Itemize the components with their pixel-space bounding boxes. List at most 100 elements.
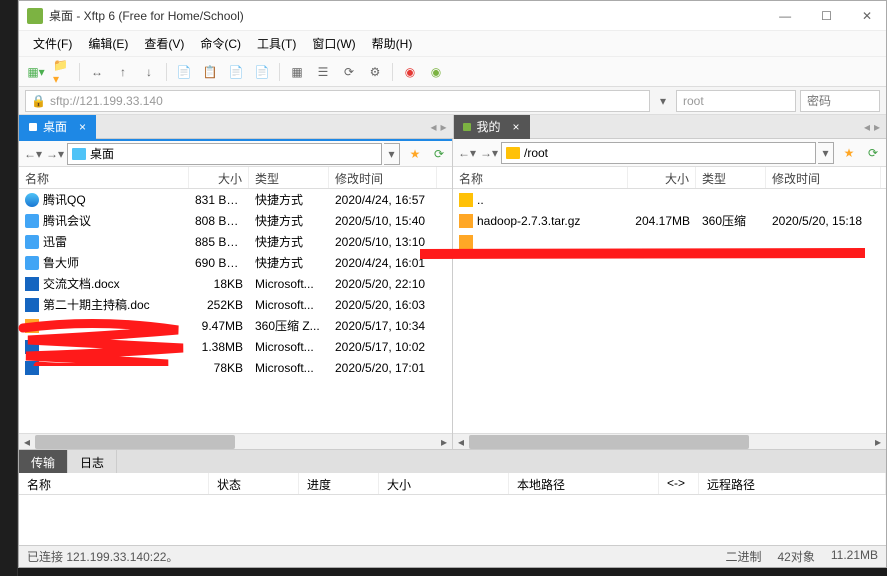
user-input[interactable] bbox=[676, 90, 796, 112]
right-file-rows[interactable]: ..hadoop-2.7.3.tar.gz204.17MB360压缩2020/5… bbox=[453, 189, 886, 252]
tcol-status[interactable]: 状态 bbox=[209, 473, 299, 494]
refresh-icon[interactable]: ⟳ bbox=[340, 63, 358, 81]
file-row[interactable]: 1.38MBMicrosoft...2020/5/17, 10:02 bbox=[19, 336, 452, 357]
scroll-right-icon[interactable]: ▸ bbox=[436, 435, 452, 449]
tcol-size[interactable]: 大小 bbox=[379, 473, 509, 494]
path-dropdown[interactable]: ▾ bbox=[818, 142, 834, 164]
file-row[interactable]: 鲁大师690 Bytes快捷方式2020/4/24, 16:01 bbox=[19, 252, 452, 273]
open-folder-icon[interactable]: 📁▾ bbox=[53, 63, 71, 81]
menu-file[interactable]: 文件(F) bbox=[27, 31, 78, 56]
menu-edit[interactable]: 编辑(E) bbox=[82, 31, 134, 56]
menu-tool[interactable]: 工具(T) bbox=[251, 31, 302, 56]
file-icon bbox=[25, 319, 39, 333]
url-dropdown[interactable]: ▾ bbox=[654, 94, 672, 108]
tab-prev-icon[interactable]: ◂ bbox=[430, 120, 436, 134]
menu-cmd[interactable]: 命令(C) bbox=[194, 31, 247, 56]
scroll-left-icon[interactable]: ◂ bbox=[453, 435, 469, 449]
col-time[interactable]: 修改时间 bbox=[766, 167, 881, 188]
url-input[interactable] bbox=[25, 90, 650, 112]
file-row[interactable]: 78KBMicrosoft...2020/5/20, 17:01 bbox=[19, 357, 452, 378]
red-dot-icon[interactable]: ◉ bbox=[401, 63, 419, 81]
forward-button[interactable]: →▾ bbox=[479, 143, 499, 163]
doc-icon[interactable]: 📄 bbox=[227, 63, 245, 81]
file-row[interactable]: 迅雷885 Bytes快捷方式2020/5/10, 13:10 bbox=[19, 231, 452, 252]
file-time: 2020/4/24, 16:01 bbox=[329, 254, 437, 272]
file-row[interactable]: 腾讯QQ831 Bytes快捷方式2020/4/24, 16:57 bbox=[19, 189, 452, 210]
col-type[interactable]: 类型 bbox=[696, 167, 766, 188]
tcol-progress[interactable]: 进度 bbox=[299, 473, 379, 494]
tab-mine[interactable]: 我的 × bbox=[453, 115, 530, 139]
file-time bbox=[766, 198, 881, 202]
right-hscroll[interactable]: ◂ ▸ bbox=[453, 433, 886, 449]
menu-window[interactable]: 窗口(W) bbox=[306, 31, 361, 56]
left-hscroll[interactable]: ◂ ▸ bbox=[19, 433, 452, 449]
tab-next-icon[interactable]: ▸ bbox=[874, 120, 880, 134]
col-name[interactable]: 名称 bbox=[19, 167, 189, 188]
scroll-thumb[interactable] bbox=[35, 435, 235, 449]
gear-icon[interactable]: ⚙ bbox=[366, 63, 384, 81]
left-tabs: 桌面 × ◂ ▸ bbox=[19, 115, 453, 138]
back-button[interactable]: ←▾ bbox=[23, 144, 43, 164]
col-type[interactable]: 类型 bbox=[249, 167, 329, 188]
window-title: 桌面 - Xftp 6 (Free for Home/School) bbox=[49, 7, 773, 24]
file-row[interactable]: 9.47MB360压缩 Z...2020/5/17, 10:34 bbox=[19, 315, 452, 336]
close-button[interactable]: ✕ bbox=[856, 7, 878, 25]
path-dropdown[interactable]: ▾ bbox=[384, 143, 400, 165]
tcol-local[interactable]: 本地路径 bbox=[509, 473, 659, 494]
file-row[interactable]: .. bbox=[453, 189, 886, 210]
refresh-icon[interactable]: ⟳ bbox=[430, 145, 448, 163]
back-button[interactable]: ←▾ bbox=[457, 143, 477, 163]
right-path-input[interactable]: /root bbox=[501, 142, 816, 164]
tab-next-icon[interactable]: ▸ bbox=[440, 120, 446, 134]
copy-icon[interactable]: 📄 bbox=[175, 63, 193, 81]
left-file-rows[interactable]: 腾讯QQ831 Bytes快捷方式2020/4/24, 16:57腾讯会议808… bbox=[19, 189, 452, 378]
file-time: 2020/5/17, 10:34 bbox=[329, 317, 437, 335]
file-row[interactable]: hadoop-2.7.3.tar.gz204.17MB360压缩2020/5/2… bbox=[453, 210, 886, 231]
menu-view[interactable]: 查看(V) bbox=[138, 31, 190, 56]
file-size: 18KB bbox=[189, 275, 249, 293]
refresh-icon[interactable]: ⟳ bbox=[864, 144, 882, 162]
new-session-icon[interactable]: ▦▾ bbox=[27, 63, 45, 81]
col-size[interactable]: 大小 bbox=[628, 167, 696, 188]
view-icon[interactable]: ▦ bbox=[288, 63, 306, 81]
down-icon[interactable]: ↓ bbox=[140, 63, 158, 81]
file-name: 腾讯QQ bbox=[43, 191, 86, 208]
file-row[interactable]: 交流文档.docx18KBMicrosoft...2020/5/20, 22:1… bbox=[19, 273, 452, 294]
col-size[interactable]: 大小 bbox=[189, 167, 249, 188]
left-path-input[interactable]: 桌面 bbox=[67, 143, 382, 165]
paste-icon[interactable]: 📋 bbox=[201, 63, 219, 81]
password-input[interactable] bbox=[800, 90, 880, 112]
tab-transfer[interactable]: 传输 bbox=[19, 450, 68, 473]
folder-icon bbox=[506, 147, 520, 159]
col-name[interactable]: 名称 bbox=[453, 167, 628, 188]
tcol-arrow[interactable]: <-> bbox=[659, 473, 699, 494]
maximize-button[interactable]: ☐ bbox=[815, 7, 838, 25]
scroll-thumb[interactable] bbox=[469, 435, 749, 449]
file-row[interactable]: 第二十期主持稿.doc252KBMicrosoft...2020/5/20, 1… bbox=[19, 294, 452, 315]
tab-log[interactable]: 日志 bbox=[68, 450, 117, 473]
forward-button[interactable]: →▾ bbox=[45, 144, 65, 164]
tab-desktop[interactable]: 桌面 × bbox=[19, 115, 96, 139]
tcol-name[interactable]: 名称 bbox=[19, 473, 209, 494]
file-row[interactable]: 腾讯会议808 Bytes快捷方式2020/5/10, 15:40 bbox=[19, 210, 452, 231]
scroll-left-icon[interactable]: ◂ bbox=[19, 435, 35, 449]
tab-label: 桌面 bbox=[43, 118, 67, 135]
tab-prev-icon[interactable]: ◂ bbox=[864, 120, 870, 134]
file-row[interactable] bbox=[453, 231, 886, 252]
doc2-icon[interactable]: 📄 bbox=[253, 63, 271, 81]
file-name: 鲁大师 bbox=[43, 254, 79, 271]
tree-icon[interactable]: ☰ bbox=[314, 63, 332, 81]
green-dot-icon[interactable]: ◉ bbox=[427, 63, 445, 81]
sync-icon[interactable]: ↔ bbox=[88, 63, 106, 81]
scroll-right-icon[interactable]: ▸ bbox=[870, 435, 886, 449]
menu-help[interactable]: 帮助(H) bbox=[366, 31, 419, 56]
col-time[interactable]: 修改时间 bbox=[329, 167, 437, 188]
tcol-remote[interactable]: 远程路径 bbox=[699, 473, 886, 494]
right-pathbar: ←▾ →▾ /root ▾ ★ ⟳ bbox=[453, 139, 886, 167]
tab-close-icon[interactable]: × bbox=[79, 120, 86, 134]
tab-close-icon[interactable]: × bbox=[513, 120, 520, 134]
star-icon[interactable]: ★ bbox=[840, 144, 858, 162]
star-icon[interactable]: ★ bbox=[406, 145, 424, 163]
minimize-button[interactable]: — bbox=[773, 7, 797, 25]
up-icon[interactable]: ↑ bbox=[114, 63, 132, 81]
